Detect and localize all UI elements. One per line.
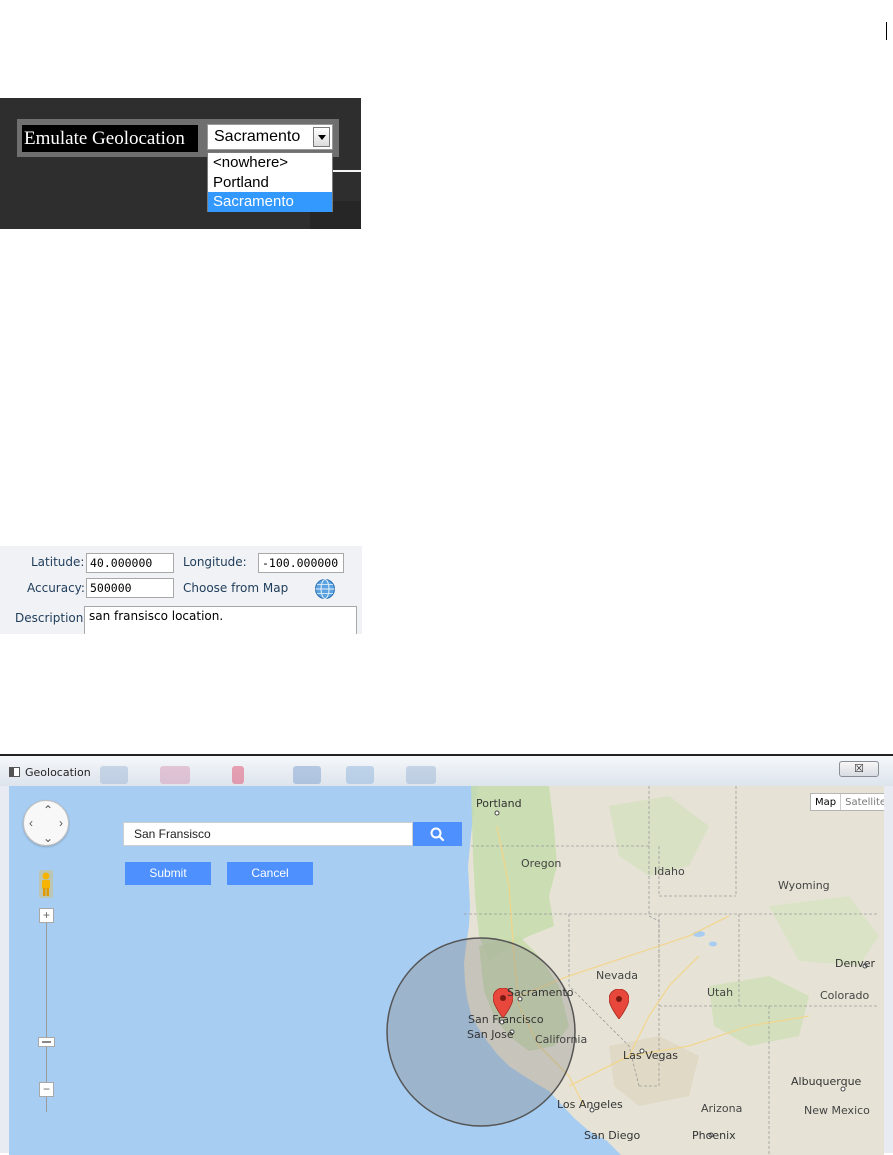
location-select-value: Sacramento [214, 128, 301, 145]
window-titlebar: Geolocation ☒ [0, 756, 893, 786]
close-button[interactable]: ☒ [839, 761, 879, 777]
background-ghost [100, 766, 128, 784]
zoom-in-button[interactable]: + [39, 908, 54, 923]
location-select[interactable]: Sacramento [207, 124, 333, 150]
map-label-albuquerque: Albuquerque [791, 1075, 862, 1088]
map-label-san-jose: San Jose [467, 1028, 514, 1041]
map-search-input[interactable]: San Fransisco [123, 822, 413, 846]
accuracy-label: Accuracy: [27, 581, 85, 595]
map-label-san-diego: San Diego [584, 1129, 641, 1142]
window-icon [9, 767, 20, 777]
map-search-button[interactable] [413, 822, 462, 846]
pan-up-icon[interactable]: ⌃ [43, 804, 53, 816]
nevada-pin-icon[interactable] [609, 989, 629, 1019]
accuracy-input[interactable]: 500000 [86, 578, 174, 598]
dropdown-arrow-icon[interactable] [313, 127, 330, 147]
location-option-nowhere[interactable]: <nowhere> [208, 153, 332, 173]
globe-icon[interactable] [314, 578, 336, 600]
background-ghost [232, 766, 244, 784]
search-icon [430, 827, 445, 842]
latitude-input[interactable]: 40.000000 [86, 553, 174, 573]
map-type-satellite-button[interactable]: Satellite [841, 794, 884, 810]
map-type-map-button[interactable]: Map [811, 794, 842, 810]
location-dropdown-list: <nowhere> Portland Sacramento [207, 152, 333, 212]
cancel-button[interactable]: Cancel [227, 862, 313, 885]
choose-from-map-link[interactable]: Choose from Map [183, 581, 288, 595]
map-label-san-francisco: San Francisco [468, 1013, 544, 1026]
location-option-portland[interactable]: Portland [208, 173, 332, 193]
map-label-nevada: Nevada [596, 969, 638, 982]
background-ghost [406, 766, 436, 784]
location-form: Latitude: 40.000000 Longitude: -100.0000… [0, 546, 362, 634]
zoom-out-button[interactable]: − [39, 1082, 54, 1097]
close-icon: ☒ [854, 763, 864, 775]
submit-button[interactable]: Submit [125, 862, 211, 885]
background-ghost [346, 766, 374, 784]
map-label-new-mexico: New Mexico [804, 1104, 870, 1117]
map-label-arizona: Arizona [701, 1102, 743, 1115]
window-title: Geolocation [25, 766, 91, 779]
description-label: Description: [15, 611, 88, 625]
location-option-sacramento[interactable]: Sacramento [208, 192, 332, 212]
map-label-utah: Utah [707, 986, 734, 999]
description-textarea[interactable]: san fransisco location. [84, 606, 357, 634]
map-label-portland: Portland [476, 797, 522, 810]
map-label-wyoming: Wyoming [778, 879, 830, 892]
map-label-phoenix: Phoenix [692, 1129, 736, 1142]
longitude-input[interactable]: -100.000000 [258, 553, 344, 573]
zoom-slider-handle[interactable] [38, 1037, 55, 1047]
map-label-sacramento: Sacramento [507, 986, 574, 999]
pan-left-icon[interactable]: ‹ [29, 817, 33, 829]
map-label-colorado: Colorado [820, 989, 870, 1002]
latitude-label: Latitude: [31, 555, 85, 569]
map-type-control: Map Satellite [810, 793, 884, 811]
street-view-pegman-icon[interactable] [39, 870, 53, 898]
background-ghost [293, 766, 321, 784]
pan-down-icon[interactable]: ⌄ [43, 832, 53, 844]
background-line [330, 170, 361, 172]
pan-control[interactable]: ⌃ ⌄ ‹ › [23, 800, 69, 846]
page-edge-mark [886, 22, 887, 40]
map-label-las-vegas: Las Vegas [623, 1049, 678, 1062]
map-label-los-angeles: Los Angeles [557, 1098, 623, 1111]
geolocation-window: Geolocation ☒ Portland Oregon Idaho Wyom… [0, 754, 893, 1155]
background-ghost [160, 766, 190, 784]
map-label-california: California [535, 1033, 588, 1046]
map-canvas[interactable]: Portland Oregon Idaho Wyoming Nevada Uta… [9, 786, 884, 1155]
map-label-oregon: Oregon [521, 857, 562, 870]
pan-right-icon[interactable]: › [59, 817, 63, 829]
map-label-idaho: Idaho [654, 865, 685, 878]
map-label-denver: Denver [835, 957, 876, 970]
emulate-geolocation-label: Emulate Geolocation [22, 125, 198, 152]
longitude-label: Longitude: [183, 555, 247, 569]
